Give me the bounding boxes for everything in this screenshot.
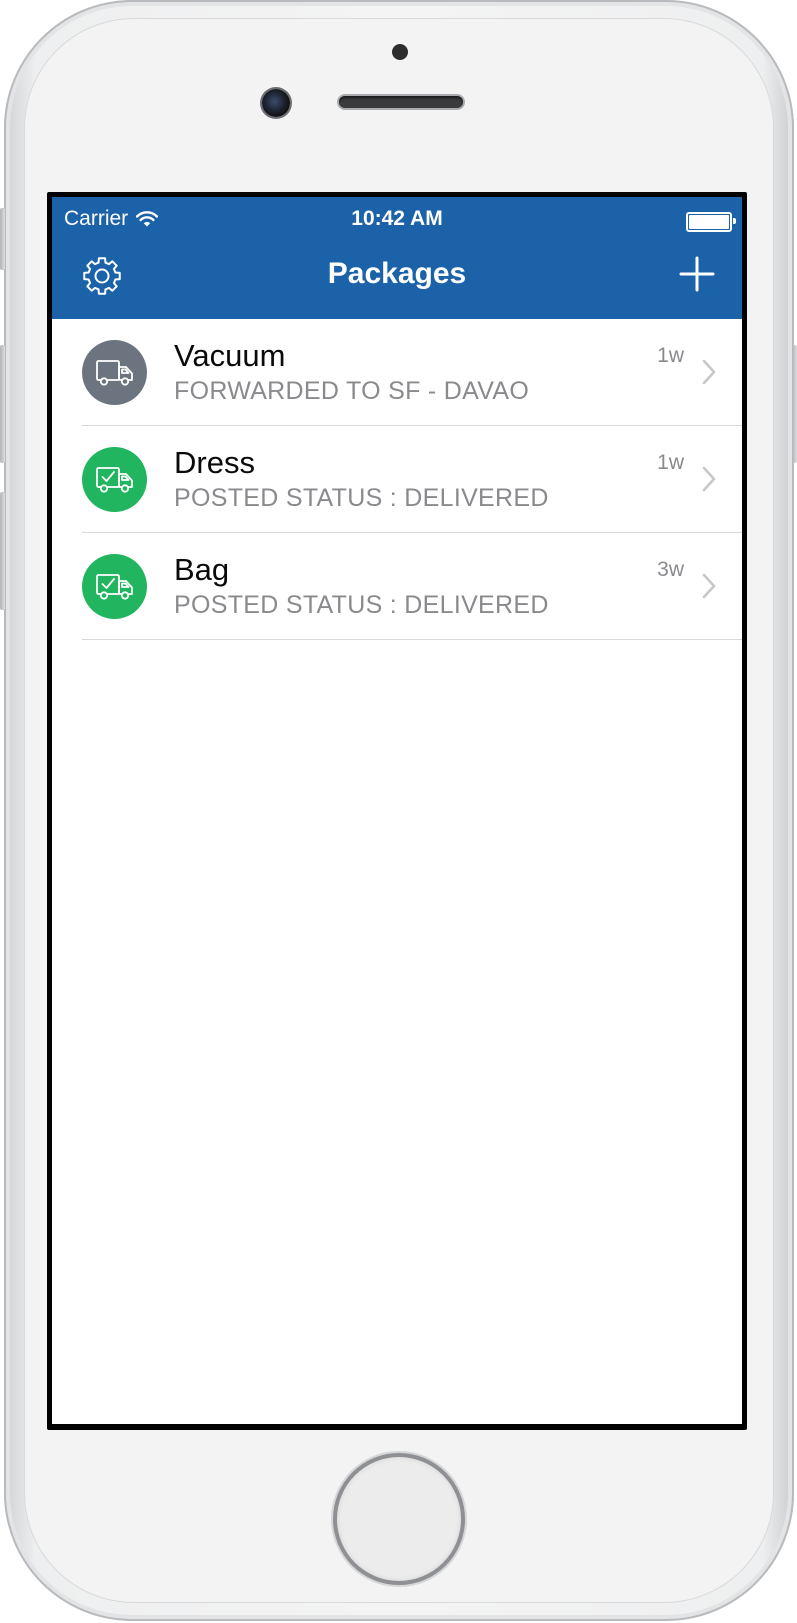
home-button[interactable] <box>337 1457 461 1581</box>
add-package-button[interactable] <box>677 254 717 294</box>
truck-check-icon <box>95 573 133 600</box>
top-bar: Carrier 10:42 AM Packages <box>52 197 742 319</box>
volume-down-button <box>0 492 5 610</box>
mute-switch <box>0 208 5 270</box>
package-age: 1w <box>657 344 684 367</box>
package-status: FORWARDED TO SF - DAVAO <box>174 377 530 405</box>
package-status: POSTED STATUS : DELIVERED <box>174 484 549 512</box>
status-time: 10:42 AM <box>351 207 443 230</box>
power-button <box>792 345 797 463</box>
package-name: Vacuum <box>174 338 286 373</box>
package-row-dress[interactable]: Dress POSTED STATUS : DELIVERED 1w <box>52 426 742 533</box>
battery-icon <box>686 212 736 232</box>
packages-list: Vacuum FORWARDED TO SF - DAVAO 1w Dress … <box>52 319 742 640</box>
package-status-badge <box>82 554 147 619</box>
package-row-vacuum[interactable]: Vacuum FORWARDED TO SF - DAVAO 1w <box>52 319 742 426</box>
volume-up-button <box>0 345 5 463</box>
truck-icon <box>95 359 133 386</box>
package-age: 1w <box>657 451 684 474</box>
screen: Carrier 10:42 AM Packages Vacuum FORWARD… <box>47 192 747 1430</box>
app-display: Carrier 10:42 AM Packages Vacuum FORWARD… <box>52 197 742 1424</box>
proximity-sensor <box>392 44 408 60</box>
package-status-badge <box>82 447 147 512</box>
package-status-badge <box>82 340 147 405</box>
front-camera <box>262 89 290 117</box>
package-age: 3w <box>657 558 684 581</box>
package-row-bag[interactable]: Bag POSTED STATUS : DELIVERED 3w <box>52 533 742 640</box>
chevron-right-icon <box>702 359 716 385</box>
plus-icon <box>679 256 715 292</box>
battery-fill <box>689 215 729 229</box>
battery-tip <box>733 218 736 224</box>
package-status: POSTED STATUS : DELIVERED <box>174 591 549 619</box>
package-name: Dress <box>174 445 255 480</box>
package-name: Bag <box>174 552 230 587</box>
chevron-right-icon <box>702 466 716 492</box>
earpiece-speaker <box>339 96 463 108</box>
chevron-right-icon <box>702 573 716 599</box>
page-title: Packages <box>327 257 467 290</box>
truck-check-icon <box>95 466 133 493</box>
